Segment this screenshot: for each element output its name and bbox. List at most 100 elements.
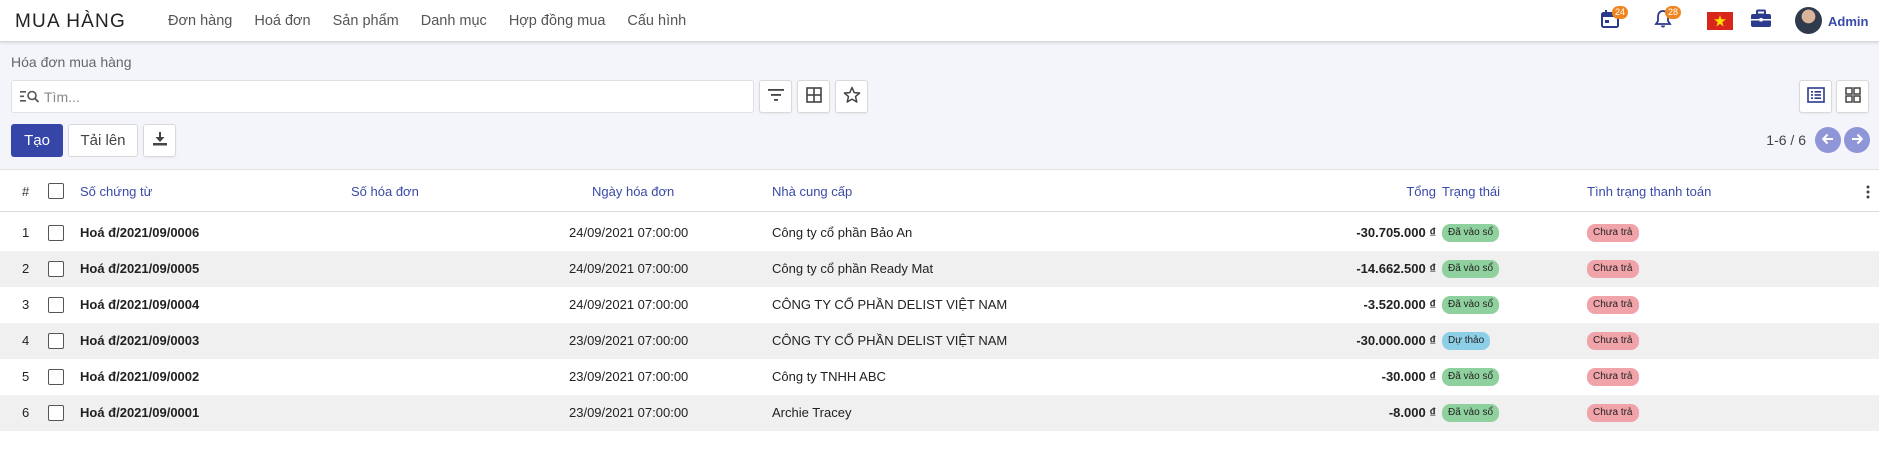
arrow-right-icon — [1851, 133, 1864, 148]
bell-icon[interactable]: 28 — [1653, 6, 1682, 33]
vietnam-flag-icon[interactable] — [1707, 12, 1733, 30]
column-header-invoice-date[interactable]: Ngày hóa đơn — [592, 184, 674, 199]
supplier-name: Công ty TNHH ABC — [772, 369, 886, 384]
total-amount: -3.520.000 ₫ — [1363, 297, 1436, 312]
payment-status-badge: Chưa trả — [1587, 296, 1639, 314]
status-badge: Đã vào sổ — [1442, 368, 1500, 386]
table-row[interactable]: 4 Hoá đ/2021/09/0003 23/09/2021 07:00:00… — [0, 323, 1879, 359]
pager-value[interactable]: 1-6 / 6 — [1766, 132, 1806, 148]
table-row[interactable]: 5 Hoá đ/2021/09/0002 23/09/2021 07:00:00… — [0, 359, 1879, 395]
arrow-left-icon — [1821, 133, 1834, 148]
row-checkbox[interactable] — [48, 225, 64, 241]
favorite-star-icon — [843, 86, 861, 107]
table-row[interactable]: 2 Hoá đ/2021/09/0005 24/09/2021 07:00:00… — [0, 251, 1879, 287]
invoice-date: 23/09/2021 07:00:00 — [569, 405, 689, 420]
create-button[interactable]: Tạo — [11, 124, 63, 157]
menu-item-catalog[interactable]: Danh mục — [421, 13, 487, 29]
status-badge: Đã vào sổ — [1442, 404, 1500, 422]
filter-icon — [767, 89, 784, 104]
total-amount: -8.000 ₫ — [1388, 405, 1436, 420]
status-badge: Đã vào sổ — [1442, 224, 1500, 242]
column-header-total[interactable]: Tổng — [1336, 184, 1436, 199]
table-row[interactable]: 6 Hoá đ/2021/09/0001 23/09/2021 07:00:00… — [0, 395, 1879, 431]
total-amount: -30.705.000 ₫ — [1356, 225, 1436, 240]
next-page-button[interactable] — [1844, 127, 1870, 153]
payment-status-badge: Chưa trả — [1587, 224, 1639, 242]
column-header-invoice-number[interactable]: Số hóa đơn — [351, 184, 419, 199]
kanban-view-icon — [1844, 87, 1861, 106]
row-number: 3 — [22, 297, 30, 312]
favorites-button[interactable] — [835, 80, 868, 113]
menu-item-invoices[interactable]: Hoá đơn — [254, 13, 310, 29]
top-menu: Đơn hàng Hoá đơn Sản phẩm Danh mục Hợp đ… — [168, 13, 708, 29]
voucher-number: Hoá đ/2021/09/0001 — [80, 405, 200, 420]
invoice-date: 23/09/2021 07:00:00 — [569, 333, 689, 348]
list-view-button[interactable] — [1799, 80, 1832, 113]
column-header-number: # — [22, 184, 30, 199]
top-navbar: MUA HÀNG Đơn hàng Hoá đơn Sản phẩm Danh … — [0, 0, 1879, 42]
avatar[interactable] — [1795, 7, 1822, 34]
invoice-date: 24/09/2021 07:00:00 — [569, 297, 689, 312]
upload-button[interactable]: Tải lên — [68, 124, 138, 157]
breadcrumb: Hóa đơn mua hàng — [11, 54, 132, 70]
row-number: 5 — [22, 369, 30, 384]
menu-item-orders[interactable]: Đơn hàng — [168, 13, 232, 29]
total-amount: -30.000 ₫ — [1381, 369, 1436, 384]
download-button[interactable] — [143, 124, 176, 157]
voucher-number: Hoá đ/2021/09/0004 — [80, 297, 200, 312]
download-icon — [152, 131, 168, 150]
search-input[interactable] — [44, 87, 734, 107]
table-row[interactable]: 3 Hoá đ/2021/09/0004 24/09/2021 07:00:00… — [0, 287, 1879, 323]
row-number: 2 — [22, 261, 30, 276]
column-header-supplier[interactable]: Nhà cung cấp — [772, 184, 852, 199]
supplier-name: Công ty cổ phần Bảo An — [772, 225, 913, 240]
status-badge: Đã vào sổ — [1442, 296, 1500, 314]
payment-status-badge: Chưa trả — [1587, 260, 1639, 278]
row-number: 6 — [22, 405, 30, 420]
voucher-number: Hoá đ/2021/09/0002 — [80, 369, 200, 384]
group-by-button[interactable] — [797, 80, 830, 113]
status-badge: Đã vào sổ — [1442, 260, 1500, 278]
voucher-number: Hoá đ/2021/09/0006 — [80, 225, 200, 240]
app-title[interactable]: MUA HÀNG — [15, 11, 126, 33]
calendar-icon[interactable]: 24 — [1600, 6, 1629, 33]
table-header: # Số chứng từ Số hóa đơn Ngày hóa đơn Nh… — [0, 170, 1879, 212]
menu-item-contracts[interactable]: Hợp đồng mua — [509, 13, 606, 29]
column-header-payment-status[interactable]: Tình trạng thanh toán — [1587, 184, 1711, 199]
row-checkbox[interactable] — [48, 261, 64, 277]
column-header-voucher[interactable]: Số chứng từ — [80, 184, 152, 199]
status-badge: Dự thảo — [1442, 332, 1491, 350]
briefcase-icon[interactable] — [1750, 9, 1774, 33]
menu-item-products[interactable]: Sản phẩm — [333, 13, 399, 29]
row-number: 1 — [22, 225, 30, 240]
group-by-icon — [805, 87, 822, 106]
filter-button[interactable] — [759, 80, 792, 113]
total-amount: -14.662.500 ₫ — [1356, 261, 1436, 276]
calendar-badge: 24 — [1612, 6, 1629, 19]
user-name[interactable]: Admin — [1828, 14, 1868, 29]
supplier-name: Công ty cổ phần Ready Mat — [772, 261, 934, 276]
row-checkbox[interactable] — [48, 405, 64, 421]
search-icon — [20, 89, 40, 108]
invoice-date: 24/09/2021 07:00:00 — [569, 225, 689, 240]
invoice-date: 23/09/2021 07:00:00 — [569, 369, 689, 384]
previous-page-button[interactable] — [1815, 127, 1841, 153]
supplier-name: CÔNG TY CỔ PHẦN DELIST VIỆT NAM — [772, 333, 1008, 348]
voucher-number: Hoá đ/2021/09/0003 — [80, 333, 200, 348]
bell-badge: 28 — [1665, 6, 1682, 19]
invoice-date: 24/09/2021 07:00:00 — [569, 261, 689, 276]
menu-item-settings[interactable]: Cấu hình — [627, 13, 686, 29]
search-bar — [11, 80, 754, 113]
table-row[interactable]: 1 Hoá đ/2021/09/0006 24/09/2021 07:00:00… — [0, 215, 1879, 251]
payment-status-badge: Chưa trả — [1587, 368, 1639, 386]
total-amount: -30.000.000 ₫ — [1356, 333, 1436, 348]
row-checkbox[interactable] — [48, 297, 64, 313]
column-header-status[interactable]: Trạng thái — [1442, 184, 1500, 199]
supplier-name: CÔNG TY CỔ PHẦN DELIST VIỆT NAM — [772, 297, 1008, 312]
select-all-checkbox[interactable] — [48, 183, 64, 199]
row-number: 4 — [22, 333, 30, 348]
kanban-view-button[interactable] — [1836, 80, 1869, 113]
more-options-icon[interactable] — [1866, 185, 1870, 202]
row-checkbox[interactable] — [48, 369, 64, 385]
row-checkbox[interactable] — [48, 333, 64, 349]
